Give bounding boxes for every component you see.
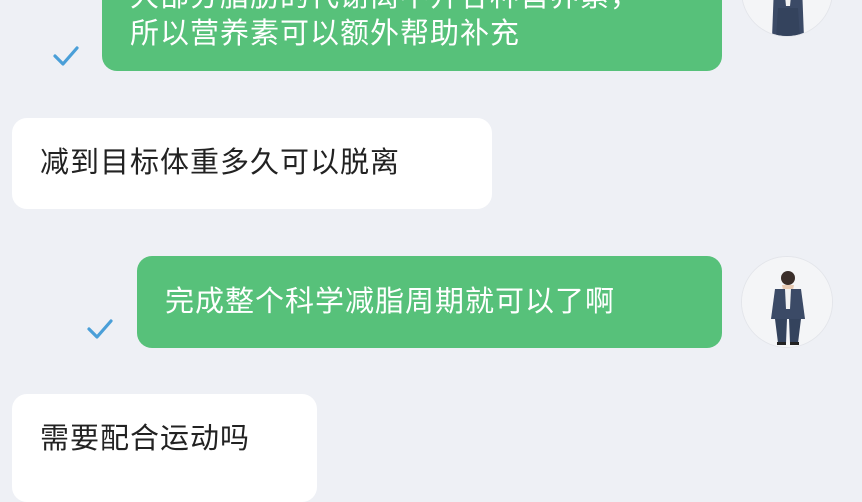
message-text-line: 大部分脂肪的代谢离不开各种营养素， bbox=[130, 0, 722, 15]
user-avatar-icon bbox=[742, 257, 832, 347]
message-bubble-incoming[interactable]: 需要配合运动吗 bbox=[12, 394, 317, 502]
message-bubble-outgoing[interactable]: 完成整个科学减脂周期就可以了啊 bbox=[137, 256, 722, 348]
message-text-line: 完成整个科学减脂周期就可以了啊 bbox=[165, 284, 616, 318]
checkmark-icon bbox=[53, 46, 79, 66]
message-bubble-outgoing[interactable]: 大部分脂肪的代谢离不开各种营养素， 所以营养素可以额外帮助补充 bbox=[102, 0, 722, 71]
message-text-line: 需要配合运动吗 bbox=[40, 421, 251, 455]
message-bubble-incoming[interactable]: 减到目标体重多久可以脱离 bbox=[12, 118, 492, 209]
checkmark-icon bbox=[87, 319, 113, 339]
message-text-line: 减到目标体重多久可以脱离 bbox=[40, 145, 401, 179]
chat-thread: 大部分脂肪的代谢离不开各种营养素， 所以营养素可以额外帮助补充 减到目标体重多久… bbox=[0, 0, 862, 502]
user-avatar[interactable] bbox=[741, 0, 833, 37]
user-avatar-icon bbox=[742, 0, 832, 36]
user-avatar[interactable] bbox=[741, 256, 833, 348]
message-text-line: 所以营养素可以额外帮助补充 bbox=[130, 16, 521, 50]
